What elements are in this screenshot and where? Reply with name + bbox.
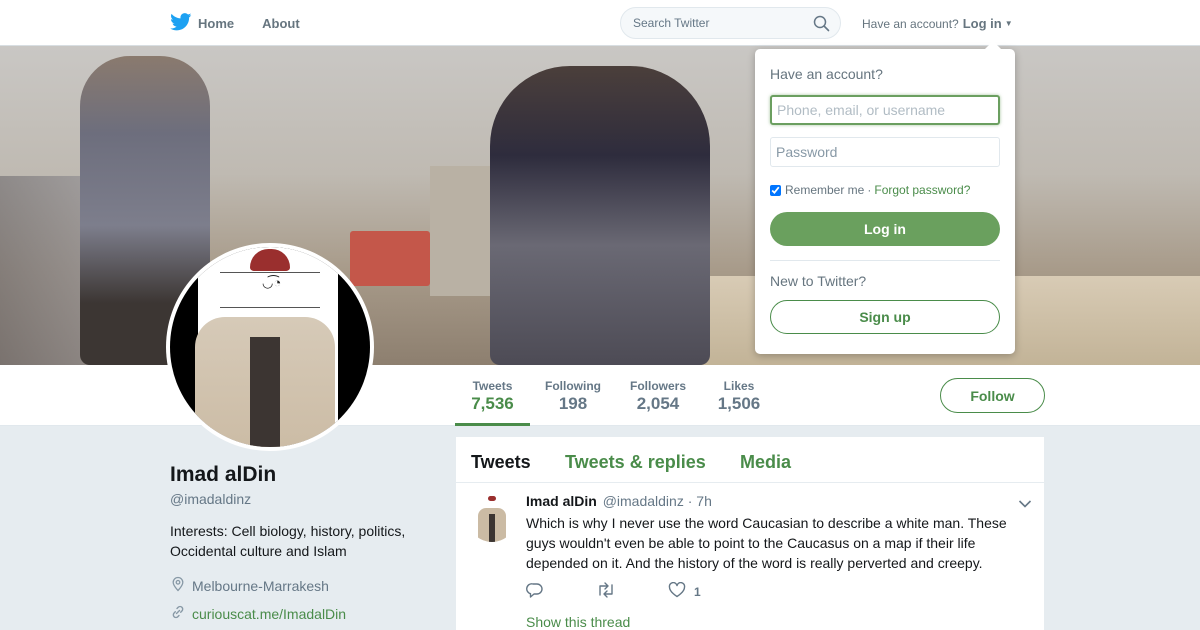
remember-checkbox[interactable] [770, 184, 781, 196]
like-count: 1 [694, 584, 701, 599]
forgot-password-link[interactable]: Forgot password? [874, 183, 970, 197]
link-icon [170, 604, 192, 623]
show-thread-link[interactable]: Show this thread [526, 614, 630, 630]
tab-tweets[interactable]: Tweets [471, 452, 531, 473]
banner-truck [350, 231, 430, 286]
stat-value: 1,506 [717, 394, 761, 413]
stat-value: 7,536 [471, 394, 514, 413]
twitter-bird-icon [170, 12, 192, 34]
tweet-avatar-shirt [489, 514, 495, 542]
like-button[interactable]: 1 [668, 581, 701, 601]
remember-separator: · [867, 183, 872, 197]
tweet-author-handle[interactable]: @imadaldinz [603, 493, 684, 509]
search-box [620, 7, 841, 39]
nav-links: Home About [170, 0, 328, 46]
tweet-dot: · [687, 493, 693, 509]
login-dropdown-title: Have an account? [770, 66, 883, 82]
stat-followers[interactable]: Followers 2,054 [626, 365, 690, 426]
timeline-tabs: Tweets Tweets & replies Media [456, 437, 1044, 483]
chevron-down-icon[interactable] [1018, 496, 1032, 514]
stat-following[interactable]: Following 198 [540, 365, 606, 426]
avatar-line [220, 307, 320, 308]
avatar-image: ◡͡◔ [170, 247, 370, 447]
location-pin-icon [170, 576, 192, 595]
stat-value: 198 [558, 394, 588, 413]
heart-icon [668, 581, 686, 601]
profile-avatar[interactable]: ◡͡◔ [166, 243, 374, 451]
banner-building [430, 166, 490, 296]
top-navigation-bar: Home About Have an account? Log in ▼ [0, 0, 1200, 46]
tab-tweets-and-replies[interactable]: Tweets & replies [565, 452, 706, 473]
profile-url: curiouscat.me/ImadalDin [170, 604, 346, 623]
profile-url-link[interactable]: curiouscat.me/ImadalDin [192, 606, 346, 622]
have-account-text: Have an account? [862, 16, 959, 31]
stat-label: Tweets [472, 379, 513, 393]
tab-media[interactable]: Media [740, 452, 791, 473]
caret-down-icon[interactable]: ▼ [1005, 19, 1013, 28]
avatar-drawn-face: ◡͡◔ [262, 275, 282, 290]
new-to-twitter-text: New to Twitter? [770, 273, 867, 289]
remember-row: Remember me · Forgot password? [770, 183, 970, 197]
tweet-author-name[interactable]: Imad alDin [526, 493, 597, 509]
tweet-text: Which is why I never use the word Caucas… [526, 515, 1007, 571]
profile-bio: Interests: Cell biology, history, politi… [170, 523, 406, 559]
tweet-avatar[interactable] [468, 494, 516, 542]
retweet-button[interactable] [596, 582, 616, 601]
nav-home-label: Home [198, 15, 235, 31]
tweet-avatar-hat [488, 496, 496, 501]
stat-label: Followers [629, 379, 686, 393]
tweet-timestamp[interactable]: 7h [696, 493, 712, 509]
divider [770, 260, 1000, 261]
tweet-actions: 1 [526, 581, 753, 601]
username-field[interactable] [770, 95, 1000, 125]
stat-value: 2,054 [636, 394, 680, 413]
profile-name[interactable]: Imad alDin [170, 463, 276, 487]
avatar-line [220, 272, 320, 273]
search-input[interactable] [633, 16, 803, 30]
nav-about-link[interactable]: About [262, 16, 300, 31]
password-field[interactable] [770, 137, 1000, 167]
tweet-header: Imad alDin @imadaldinz · 7h [526, 493, 712, 509]
stat-likes[interactable]: Likes 1,506 [712, 365, 766, 426]
search-icon[interactable] [813, 15, 830, 37]
tweet[interactable]: Imad alDin @imadaldinz · 7h Which is why… [456, 484, 1044, 630]
login-dropdown: Have an account? Remember me · Forgot pa… [755, 41, 1015, 354]
dropdown-arrow [985, 41, 1001, 49]
signup-button[interactable]: Sign up [770, 300, 1000, 334]
timeline: Tweets Tweets & replies Media Imad alDin… [456, 437, 1044, 630]
login-menu-link[interactable]: Log in [963, 16, 1002, 31]
stat-label: Likes [723, 379, 755, 393]
stat-label: Following [545, 379, 601, 393]
reply-icon [526, 582, 544, 601]
nav-home-link[interactable]: Home [170, 12, 235, 34]
login-button[interactable]: Log in [770, 212, 1000, 246]
reply-button[interactable] [526, 582, 544, 601]
follow-button[interactable]: Follow [940, 378, 1045, 413]
location-text: Melbourne-Marrakesh [192, 577, 329, 594]
profile-location: Melbourne-Marrakesh [170, 576, 329, 595]
avatar-shirt [250, 337, 280, 447]
stat-tweets[interactable]: Tweets 7,536 [455, 365, 530, 426]
profile-handle[interactable]: @imadaldinz [170, 491, 251, 507]
banner-person-center [490, 66, 710, 365]
account-menu: Have an account? Log in ▼ [862, 16, 1013, 31]
retweet-icon [596, 582, 616, 601]
remember-label[interactable]: Remember me [785, 183, 864, 197]
